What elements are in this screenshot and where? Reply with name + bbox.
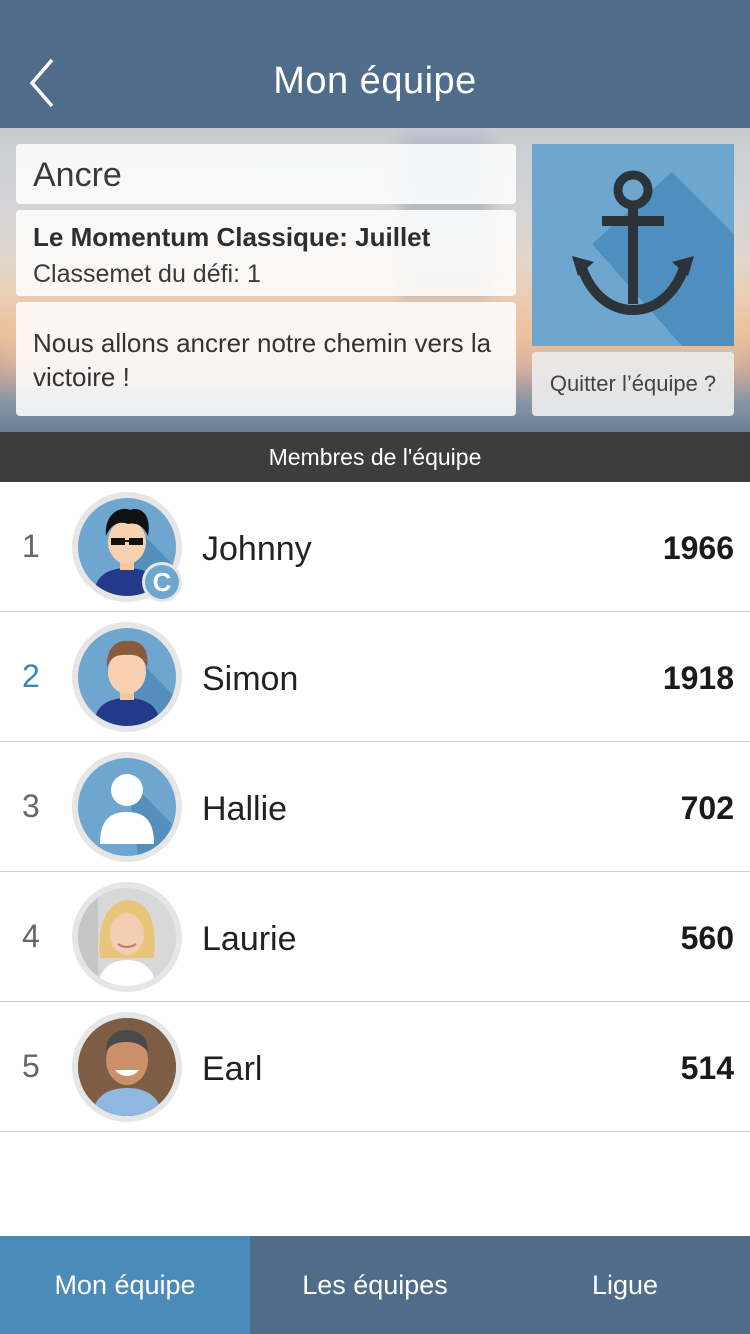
tab-league[interactable]: Ligue [500,1236,750,1334]
team-motto-card: Nous allons ancrer notre chemin vers la … [16,302,516,416]
member-score: 1966 [662,530,734,566]
anchor-icon [572,170,734,346]
avatar-man-icon [94,640,176,726]
team-motto: Nous allons ancrer notre chemin vers la … [33,328,492,392]
page-title: Mon équipe [273,60,477,102]
tab-teams[interactable]: Les équipes [250,1236,500,1334]
list-item[interactable]: 4 Laurie 560 [0,872,750,1002]
avatar: C [72,492,182,602]
member-name: Earl [202,1050,263,1088]
team-banner: Ancre Le Momentum Classique: Juillet Cla… [0,128,750,432]
list-item[interactable]: 3 Hallie 702 [0,742,750,872]
member-name: Johnny [202,530,312,568]
list-item[interactable]: 2 Simon 1918 [0,612,750,742]
member-rank: 5 [22,1048,40,1084]
woman-photo-icon [78,888,176,986]
member-rank: 2 [22,658,40,694]
member-name: Laurie [202,920,297,958]
member-rank: 1 [22,528,40,564]
challenge-name: Le Momentum Classique: Juillet [33,222,431,252]
team-name-card: Ancre [16,144,516,204]
member-score: 560 [680,920,734,956]
member-rank: 4 [22,918,40,954]
challenge-card: Le Momentum Classique: Juillet Classemet… [16,210,516,296]
member-name: Hallie [202,790,288,828]
bottom-tab-bar: Mon équipe Les équipes Ligue [0,1236,750,1334]
user-placeholder-icon [100,774,176,856]
app-header: Mon équipe [0,0,750,128]
member-score: 702 [680,790,734,826]
member-name: Simon [202,660,299,698]
member-rank: 3 [22,788,40,824]
avatar [72,882,182,992]
captain-badge: C [142,562,182,602]
members-section-header: Membres de l'équipe [0,432,750,482]
list-item[interactable]: 1 C Johnny 1966 [0,482,750,612]
member-list: 1 C Johnny 1966 2 Simon 1918 3 Hallie 70… [0,482,750,1132]
man-photo-icon [78,1018,176,1116]
member-score: 1918 [662,660,734,696]
avatar [72,752,182,862]
team-logo [532,144,734,346]
quit-team-button[interactable]: Quitter l’équipe ? [532,352,734,416]
avatar [72,622,182,732]
avatar [72,1012,182,1122]
team-name: Ancre [33,156,122,194]
challenge-rank: Classemet du défi: 1 [33,260,261,288]
list-item[interactable]: 5 Earl 514 [0,1002,750,1132]
member-score: 514 [680,1050,734,1086]
tab-my-team[interactable]: Mon équipe [0,1236,250,1334]
